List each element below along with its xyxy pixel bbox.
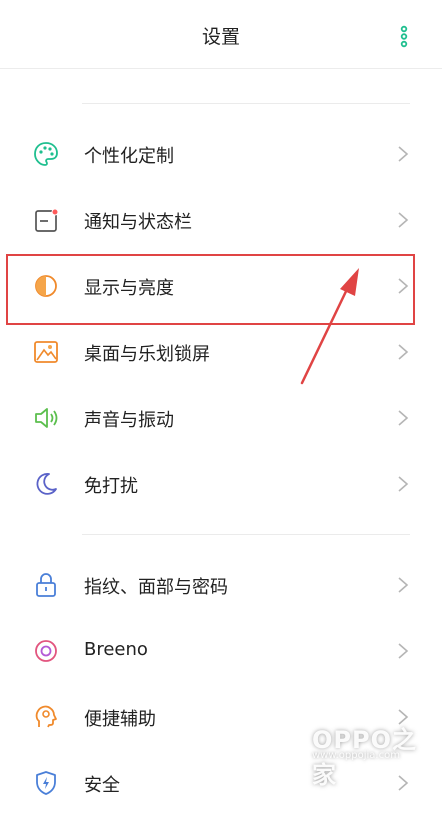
settings-item-breeno[interactable]: Breeno [0, 619, 442, 683]
palette-icon [31, 139, 61, 169]
settings-item-wallpaper[interactable]: 桌面与乐划锁屏 [0, 320, 442, 384]
settings-item-label: 个性化定制 [84, 146, 174, 167]
settings-item-fingerprint[interactable]: 指纹、面部与密码 [0, 553, 442, 617]
chevron-right-icon [396, 575, 410, 595]
group-divider [82, 103, 410, 104]
settings-item-label: 免打扰 [84, 476, 138, 497]
settings-item-label: 声音与振动 [84, 410, 174, 431]
highlight-box [6, 254, 415, 325]
settings-item-sound[interactable]: 声音与振动 [0, 386, 442, 450]
notification-icon [31, 205, 61, 235]
watermark-url: www.oppojia.com [312, 750, 400, 761]
breeno-icon [31, 636, 61, 666]
wallpaper-icon [31, 337, 61, 367]
lock-icon [31, 570, 61, 600]
page-title: 设置 [201, 26, 240, 48]
moon-icon [31, 469, 61, 499]
settings-item-personalization[interactable]: 个性化定制 [0, 122, 442, 186]
more-vertical-icon [400, 25, 408, 48]
settings-item-label: 指纹、面部与密码 [84, 577, 228, 598]
security-icon [31, 768, 61, 798]
settings-item-label: 桌面与乐划锁屏 [84, 344, 210, 365]
oppojia-logo-icon [262, 718, 306, 762]
title-bar: 设置 [0, 0, 442, 69]
chevron-right-icon [396, 210, 410, 230]
settings-item-label: 安全 [84, 775, 120, 796]
chevron-right-icon [396, 474, 410, 494]
more-options-button[interactable] [392, 22, 416, 52]
sound-icon [31, 403, 61, 433]
group-divider [82, 534, 410, 535]
chevron-right-icon [396, 144, 410, 164]
assist-icon [31, 702, 61, 732]
settings-item-label: Breeno [84, 639, 148, 660]
settings-item-notifications[interactable]: 通知与状态栏 [0, 188, 442, 252]
watermark: OPPO之家 www.oppojia.com [262, 714, 432, 789]
settings-item-label: 便捷辅助 [84, 709, 156, 730]
settings-item-do-not-disturb[interactable]: 免打扰 [0, 452, 442, 516]
chevron-right-icon [396, 641, 410, 661]
chevron-right-icon [396, 408, 410, 428]
chevron-right-icon [396, 342, 410, 362]
settings-item-label: 通知与状态栏 [84, 212, 192, 233]
